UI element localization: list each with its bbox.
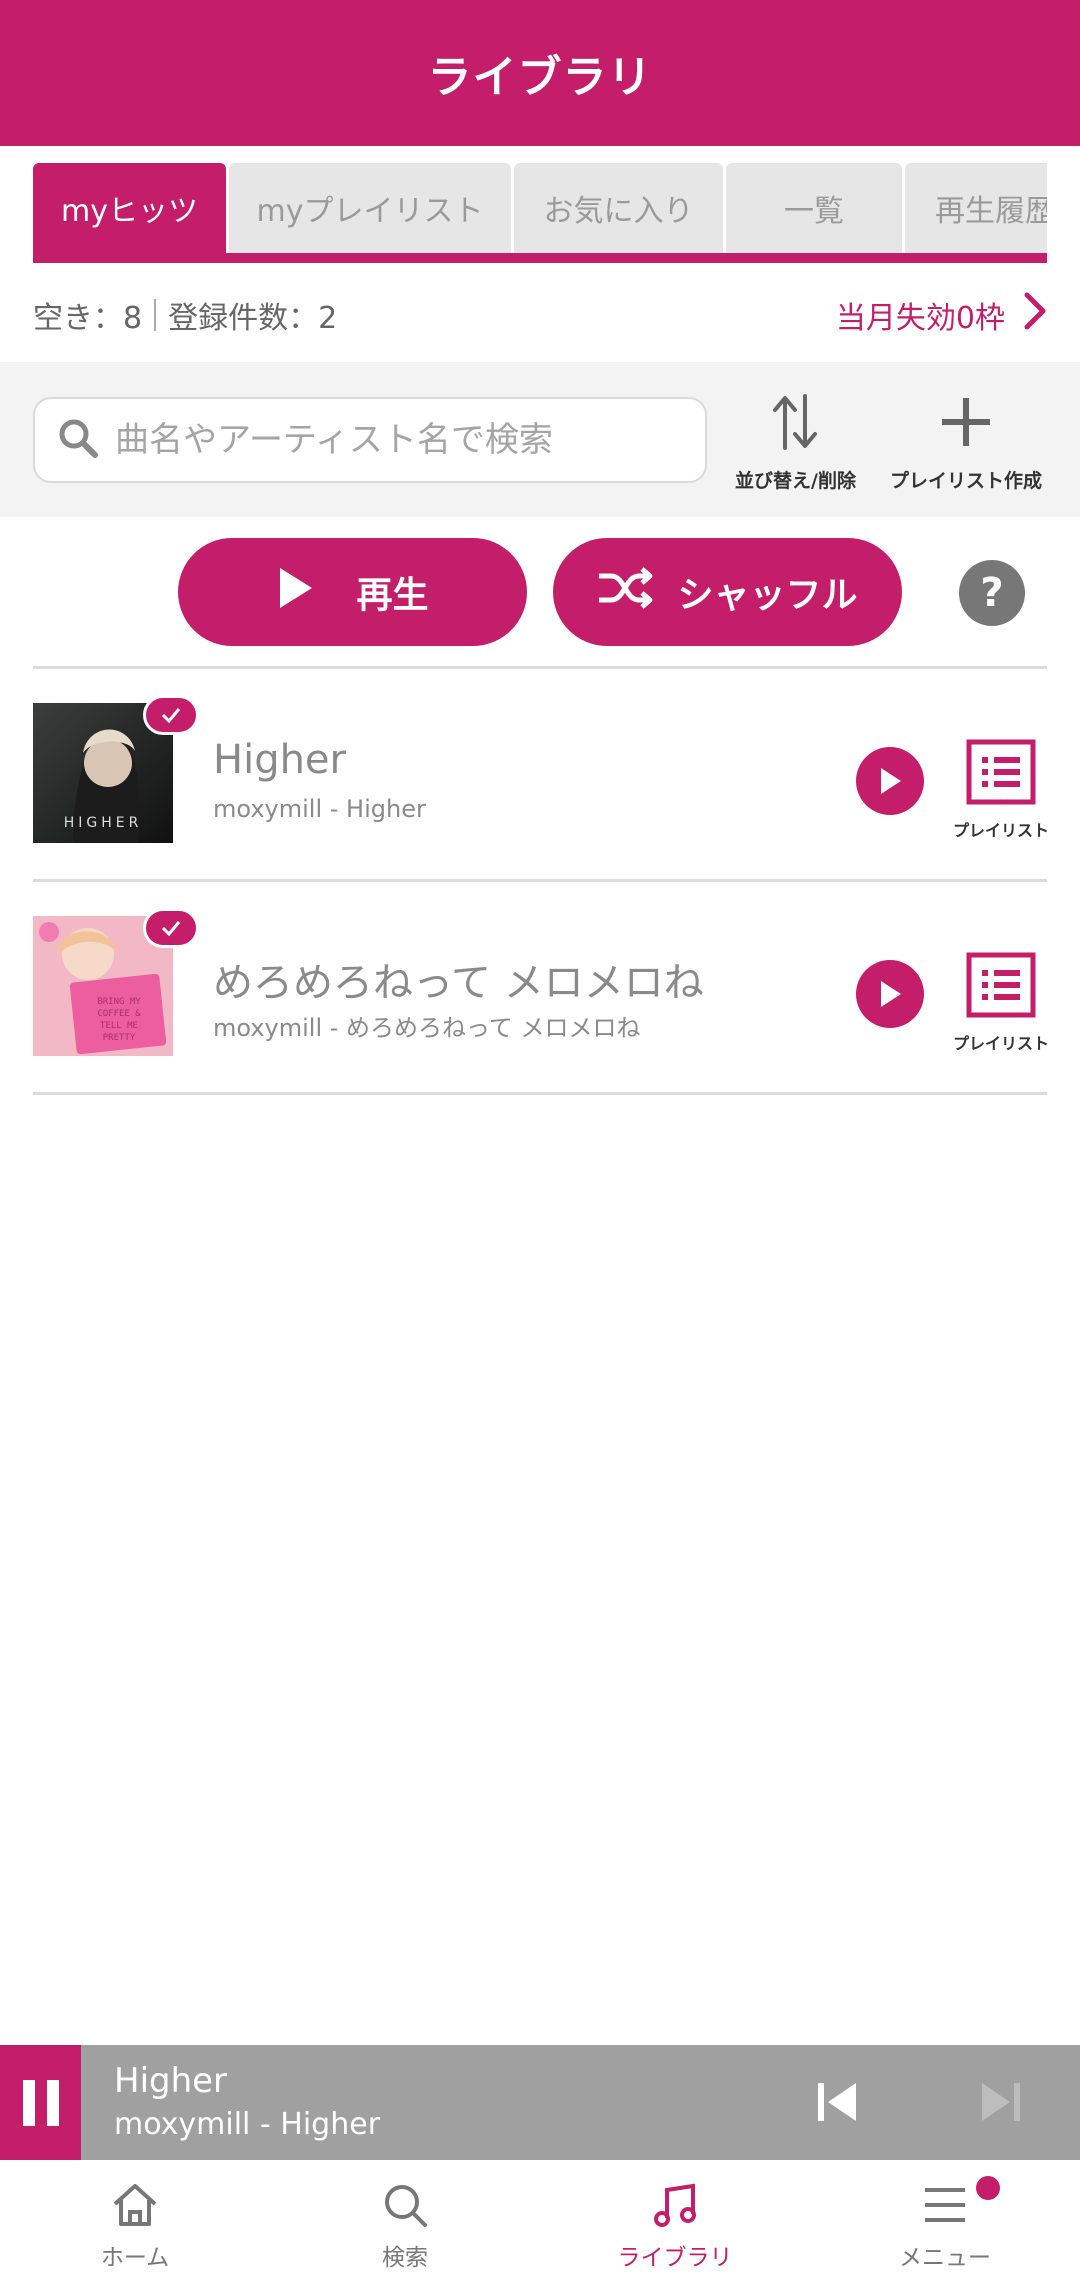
tab-my-hits[interactable]: myヒッツ <box>33 163 226 253</box>
previous-track-icon[interactable] <box>816 2081 860 2127</box>
notification-badge <box>976 2176 1000 2200</box>
cloud-check-icon <box>143 695 199 735</box>
song-title: Higher <box>213 737 346 783</box>
svg-text:TELL ME: TELL ME <box>100 1021 138 1031</box>
svg-text:BRING MY: BRING MY <box>97 997 141 1007</box>
shuffle-button[interactable]: シャッフル <box>553 538 902 646</box>
sort-delete-label: 並び替え/削除 <box>735 470 856 492</box>
nav-menu-label: メニュー <box>899 2244 991 2271</box>
nav-search-label: 検索 <box>382 2244 428 2271</box>
play-all-button[interactable]: 再生 <box>178 538 527 646</box>
search-toolbar: 並び替え/削除 プレイリスト作成 <box>0 362 1080 517</box>
add-to-playlist-button[interactable]: プレイリスト <box>953 739 1049 841</box>
song-title: めろめろねって メロメロね <box>213 960 704 1006</box>
song-artist: moxymill - めろめろねって メロメロね <box>213 1014 641 1042</box>
expire-link[interactable]: 当月失効0枠 <box>836 291 1047 339</box>
next-track-icon[interactable] <box>978 2081 1022 2127</box>
list-divider <box>33 879 1047 882</box>
svg-text:HIGHER: HIGHER <box>64 815 143 831</box>
sort-arrows-icon <box>770 392 820 456</box>
create-playlist-button[interactable]: プレイリスト作成 <box>890 392 1042 493</box>
tab-underline <box>33 253 1047 263</box>
app-header: ライブラリ <box>0 0 1080 146</box>
playlist-label: プレイリスト <box>953 821 1050 840</box>
shuffle-icon <box>597 566 653 619</box>
search-box <box>33 397 707 483</box>
nav-home[interactable]: ホーム <box>0 2160 270 2293</box>
tab-list[interactable]: 一覧 <box>726 163 902 253</box>
library-tabs: myヒッツ myプレイリスト お気に入り 一覧 再生履歴 <box>33 163 1047 263</box>
registered-count-text: 登録件数：2 <box>168 301 338 336</box>
svg-text:PRETTY: PRETTY <box>103 1033 136 1043</box>
nav-home-label: ホーム <box>100 2244 170 2271</box>
tab-favorites[interactable]: お気に入り <box>514 163 723 253</box>
cloud-check-icon <box>143 908 199 948</box>
song-artist: moxymill - Higher <box>213 795 426 823</box>
help-icon: ? <box>980 570 1004 616</box>
now-playing-bar[interactable]: Higher moxymill - Higher <box>0 2045 1080 2160</box>
nav-menu[interactable]: メニュー <box>810 2160 1080 2293</box>
create-playlist-label: プレイリスト作成 <box>890 470 1043 492</box>
shuffle-label: シャッフル <box>677 575 858 616</box>
now-playing-title: Higher <box>114 2061 228 2101</box>
search-icon <box>57 417 99 463</box>
tab-history[interactable]: 再生履歴 <box>905 163 1047 253</box>
song-play-button[interactable] <box>856 960 924 1028</box>
list-item[interactable]: HIGHER Higher moxymill - Higher プレイリスト <box>33 677 1049 877</box>
song-play-button[interactable] <box>856 747 924 815</box>
playlist-label: プレイリスト <box>953 1034 1050 1053</box>
nav-library[interactable]: ライブラリ <box>540 2160 810 2293</box>
nav-search[interactable]: 検索 <box>270 2160 540 2293</box>
bottom-nav: ホーム 検索 ライブラリ メニュー <box>0 2160 1080 2293</box>
count-separator <box>154 299 157 331</box>
pause-button[interactable] <box>0 2045 81 2160</box>
svg-text:COFFEE &: COFFEE & <box>97 1009 141 1019</box>
hamburger-icon <box>921 2182 969 2232</box>
slot-counts: 空き：8 登録件数：2 <box>33 293 337 337</box>
plus-icon <box>938 392 994 456</box>
playlist-icon <box>966 952 1036 1022</box>
search-icon <box>381 2182 429 2232</box>
home-icon <box>111 2182 159 2232</box>
sort-delete-button[interactable]: 並び替え/削除 <box>735 392 856 493</box>
chevron-right-icon <box>1023 291 1047 339</box>
list-item[interactable]: BRING MY COFFEE & TELL ME PRETTY めろめろねって… <box>33 890 1049 1090</box>
list-divider <box>33 1092 1047 1095</box>
search-input[interactable] <box>113 419 677 461</box>
play-all-label: 再生 <box>356 575 429 616</box>
expire-label: 当月失効0枠 <box>835 301 1005 336</box>
nav-library-label: ライブラリ <box>617 2244 733 2271</box>
count-row: 空き：8 登録件数：2 当月失効0枠 <box>33 285 1047 345</box>
music-note-icon <box>651 2182 699 2232</box>
free-slots-text: 空き：8 <box>33 301 143 336</box>
page-title: ライブラリ <box>427 52 653 103</box>
playlist-icon <box>966 739 1036 809</box>
tab-my-playlist[interactable]: myプレイリスト <box>229 163 511 253</box>
now-playing-artist: moxymill - Higher <box>114 2107 381 2142</box>
play-icon <box>276 566 316 619</box>
add-to-playlist-button[interactable]: プレイリスト <box>953 952 1049 1054</box>
help-button[interactable]: ? <box>959 560 1025 626</box>
list-divider <box>33 666 1047 669</box>
